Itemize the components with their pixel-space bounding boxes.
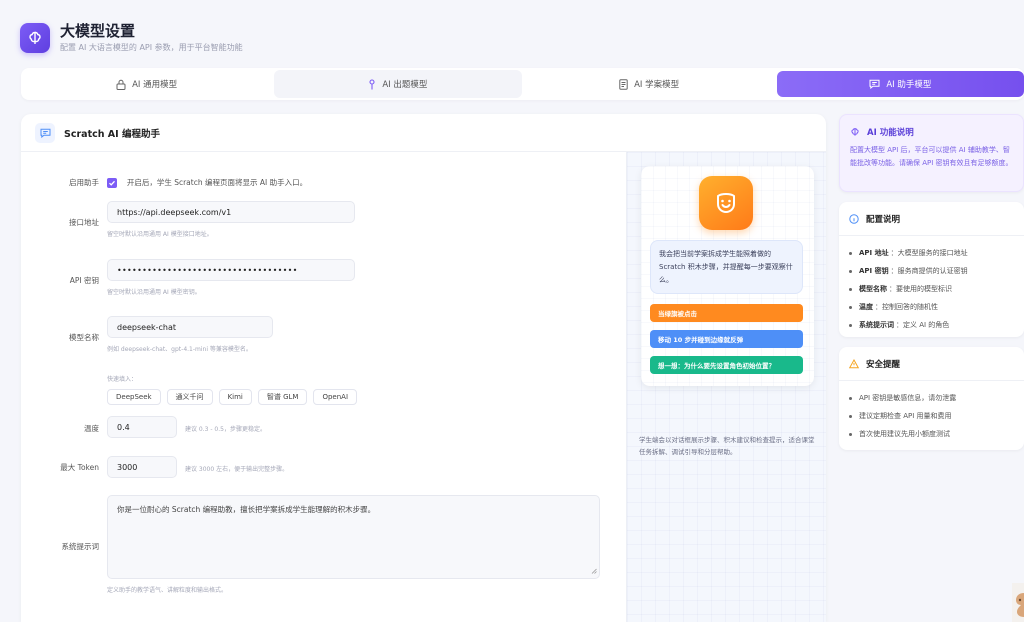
settings-form: 启用助手 开启后，学生 Scratch 编程页面将显示 AI 助手入口。 接口地… bbox=[21, 152, 626, 622]
security-title: 安全提醒 bbox=[866, 360, 901, 370]
tab-question-model[interactable]: AI 出题模型 bbox=[274, 70, 522, 98]
page-header: 大模型设置 配置 AI 大语言模型的 API 参数，用于平台智能功能 bbox=[20, 22, 243, 53]
tab-label: AI 学案模型 bbox=[634, 80, 680, 90]
api-key-label: API 密钥 bbox=[69, 276, 99, 285]
system-prompt-textarea[interactable]: 你是一位耐心的 Scratch 编程助教，擅长把学案拆成学生能理解的积木步骤。 bbox=[107, 495, 600, 579]
config-title-row: 配置说明 bbox=[839, 202, 1024, 225]
assistant-settings-card: Scratch AI 编程助手 启用助手 开启后，学生 Scratch 编程页面… bbox=[21, 114, 826, 622]
enable-label: 启用助手 bbox=[69, 178, 99, 187]
corner-mascot-icon bbox=[1012, 583, 1024, 622]
tab-label: AI 出题模型 bbox=[382, 80, 428, 90]
max-token-field: 3000 bbox=[107, 456, 177, 478]
model-hint: 例如 deepseek-chat、gpt-4.1-mini 等兼容模型名。 bbox=[107, 346, 252, 353]
info-icon bbox=[849, 214, 859, 224]
security-list: API 密钥是敏感信息，请勿泄露 建议定期检查 API 用量和费用 首次使用建议… bbox=[839, 381, 1024, 443]
endpoint-hint: 留空时默认沿用通用 AI 模型接口地址。 bbox=[107, 231, 213, 238]
brain-logo-icon bbox=[20, 22, 50, 53]
temperature-input[interactable]: 0.4 bbox=[107, 416, 177, 438]
max-token-hint: 建议 3000 左右，便于输出完整步骤。 bbox=[185, 466, 289, 473]
tab-label: AI 通用模型 bbox=[132, 80, 178, 90]
endpoint-label: 接口地址 bbox=[69, 218, 99, 227]
security-title-row: 安全提醒 bbox=[839, 347, 1024, 370]
quick-fill-label: 快速填入： bbox=[107, 376, 138, 383]
preview-description: 学生端会以对话框展示步骤、积木建议和检查提示，适合课堂任务拆解、调试引导和分层帮… bbox=[639, 436, 815, 456]
lock-icon bbox=[116, 79, 126, 90]
card-header: Scratch AI 编程助手 bbox=[21, 114, 826, 152]
features-text: 配置大模型 API 后，平台可以提供 AI 辅助教学、智能批改等功能。请确保 A… bbox=[850, 146, 1013, 167]
model-field: deepseek-chat 例如 deepseek-chat、gpt-4.1-m… bbox=[107, 316, 273, 353]
chip-glm[interactable]: 智谱 GLM bbox=[257, 389, 308, 405]
features-card: AI 功能说明 配置大模型 API 后，平台可以提供 AI 辅助教学、智能批改等… bbox=[839, 114, 1024, 192]
api-key-input[interactable]: •••••••••••••••••••••••••••••••••••• bbox=[107, 259, 355, 281]
preview-step-blue: 移动 10 步并碰到边缘就反弹 bbox=[650, 330, 803, 348]
temperature-label: 温度 bbox=[84, 424, 99, 433]
list-item: API 密钥 ：服务商提供的认证密钥 bbox=[849, 262, 1014, 280]
quick-fill-chips: DeepSeek 通义千问 Kimi 智谱 GLM OpenAI bbox=[107, 389, 363, 405]
enable-field: 开启后，学生 Scratch 编程页面将显示 AI 助手入口。 bbox=[107, 175, 307, 189]
api-key-hint: 留空时默认沿用通用 AI 模型密钥。 bbox=[107, 289, 201, 296]
list-item: 建议定期检查 API 用量和费用 bbox=[849, 407, 1014, 425]
security-card: 安全提醒 API 密钥是敏感信息，请勿泄露 建议定期检查 API 用量和费用 首… bbox=[839, 347, 1024, 450]
system-prompt-label: 系统提示词 bbox=[61, 542, 100, 551]
warning-icon bbox=[849, 359, 859, 369]
page-title: 大模型设置 bbox=[60, 22, 136, 40]
config-card: 配置说明 API 地址 ：大模型服务的接口地址 API 密钥 ：服务商提供的认证密钥… bbox=[839, 202, 1024, 337]
chip-qwen[interactable]: 通义千问 bbox=[166, 389, 213, 405]
max-token-label: 最大 Token bbox=[60, 463, 99, 472]
model-label: 模型名称 bbox=[69, 333, 99, 342]
chip-openai[interactable]: OpenAI bbox=[313, 389, 358, 405]
system-prompt-field: 你是一位耐心的 Scratch 编程助教，擅长把学案拆成学生能理解的积木步骤。 … bbox=[107, 495, 600, 594]
endpoint-field: https://api.deepseek.com/v1 留空时默认沿用通用 AI… bbox=[107, 201, 355, 238]
enable-description: 开启后，学生 Scratch 编程页面将显示 AI 助手入口。 bbox=[126, 178, 308, 187]
endpoint-input[interactable]: https://api.deepseek.com/v1 bbox=[107, 201, 355, 223]
api-key-field: •••••••••••••••••••••••••••••••••••• 留空时… bbox=[107, 259, 355, 296]
temperature-hint: 建议 0.3 - 0.5，步骤更稳定。 bbox=[185, 426, 266, 433]
tab-lesson-model[interactable]: AI 学案模型 bbox=[526, 70, 773, 98]
list-item: 模型名称 ：要使用的模型标识 bbox=[849, 280, 1014, 298]
tab-assistant-model[interactable]: AI 助手模型 bbox=[776, 71, 1024, 97]
config-title: 配置说明 bbox=[866, 215, 901, 225]
document-icon bbox=[619, 78, 628, 90]
list-item: 首次使用建议先用小额度测试 bbox=[849, 425, 1014, 443]
tab-label: AI 助手模型 bbox=[886, 80, 932, 90]
brain-icon bbox=[850, 127, 860, 137]
list-item: API 密钥是敏感信息，请勿泄露 bbox=[849, 389, 1014, 407]
temperature-field: 0.4 bbox=[107, 416, 177, 438]
assistant-preview: 我会把当前学案拆成学生能照着做的 Scratch 积木步骤，并提醒每一步要观察什… bbox=[626, 152, 826, 622]
list-item: 系统提示词 ：定义 AI 的角色 bbox=[849, 316, 1014, 334]
model-name-input[interactable]: deepseek-chat bbox=[107, 316, 273, 338]
quick-fill-field: 快速填入： DeepSeek 通义千问 Kimi 智谱 GLM OpenAI bbox=[107, 374, 363, 405]
features-title-row: AI 功能说明 bbox=[840, 115, 1023, 138]
chat-icon bbox=[869, 79, 880, 89]
list-item: API 地址 ：大模型服务的接口地址 bbox=[849, 244, 1014, 262]
system-prompt-hint: 定义助手的教学语气、讲解粒度和输出格式。 bbox=[107, 587, 228, 594]
preview-step-green: 想一想：为什么要先设置角色初始位置？ bbox=[650, 356, 803, 374]
max-token-input[interactable]: 3000 bbox=[107, 456, 177, 478]
page-subtitle: 配置 AI 大语言模型的 API 参数，用于平台智能功能 bbox=[60, 43, 243, 52]
features-title: AI 功能说明 bbox=[867, 128, 914, 138]
chat-icon bbox=[35, 122, 55, 143]
preview-step-orange: 当绿旗被点击 bbox=[650, 304, 803, 322]
tab-general-model[interactable]: AI 通用模型 bbox=[23, 70, 270, 98]
mascot-face-icon bbox=[699, 176, 753, 230]
model-tabs: AI 通用模型 AI 出题模型 AI 学案模型 AI 助手模型 bbox=[21, 68, 1024, 100]
config-list: API 地址 ：大模型服务的接口地址 API 密钥 ：服务商提供的认证密钥 模型名称… bbox=[839, 236, 1024, 334]
list-item: 温度 ：控制回答的随机性 bbox=[849, 298, 1014, 316]
preview-bubble: 我会把当前学案拆成学生能照着做的 Scratch 积木步骤，并提醒每一步要观察什… bbox=[650, 240, 803, 294]
system-prompt-text: 你是一位耐心的 Scratch 编程助教，擅长把学案拆成学生能理解的积木步骤。 bbox=[117, 505, 376, 514]
pin-icon bbox=[368, 78, 376, 90]
card-title: Scratch AI 编程助手 bbox=[64, 128, 161, 140]
chip-deepseek[interactable]: DeepSeek bbox=[107, 389, 161, 405]
resize-grip-icon[interactable] bbox=[591, 567, 597, 576]
preview-phone: 我会把当前学案拆成学生能照着做的 Scratch 积木步骤，并提醒每一步要观察什… bbox=[641, 166, 814, 386]
enable-checkbox[interactable] bbox=[107, 177, 117, 188]
chip-kimi[interactable]: Kimi bbox=[218, 389, 252, 405]
